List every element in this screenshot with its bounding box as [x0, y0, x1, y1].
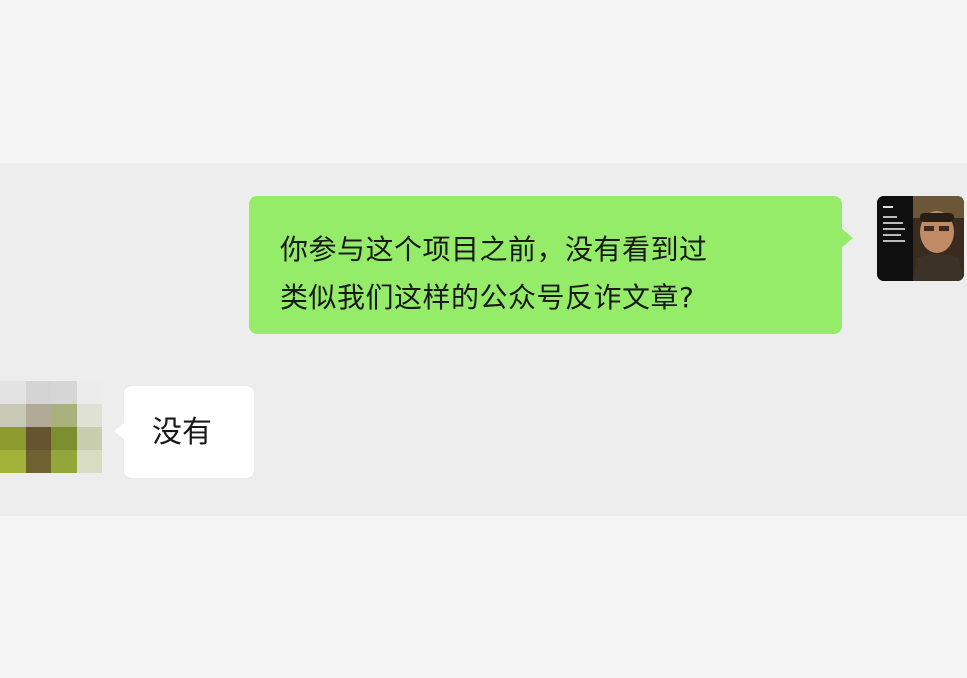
peer-avatar[interactable] — [0, 381, 102, 473]
outgoing-message-text: 你参与这个项目之前，没有看到过 类似我们这样的公众号反诈文章? — [280, 233, 708, 314]
incoming-message-bubble[interactable]: 没有 — [114, 386, 254, 478]
incoming-message-text: 没有 — [152, 415, 212, 450]
photo-avatar-icon — [877, 196, 964, 281]
chat-window: 你参与这个项目之前，没有看到过 类似我们这样的公众号反诈文章? 没有 — [0, 0, 967, 678]
outgoing-message-bubble[interactable]: 你参与这个项目之前，没有看到过 类似我们这样的公众号反诈文章? — [249, 196, 853, 334]
self-avatar[interactable] — [877, 196, 964, 281]
